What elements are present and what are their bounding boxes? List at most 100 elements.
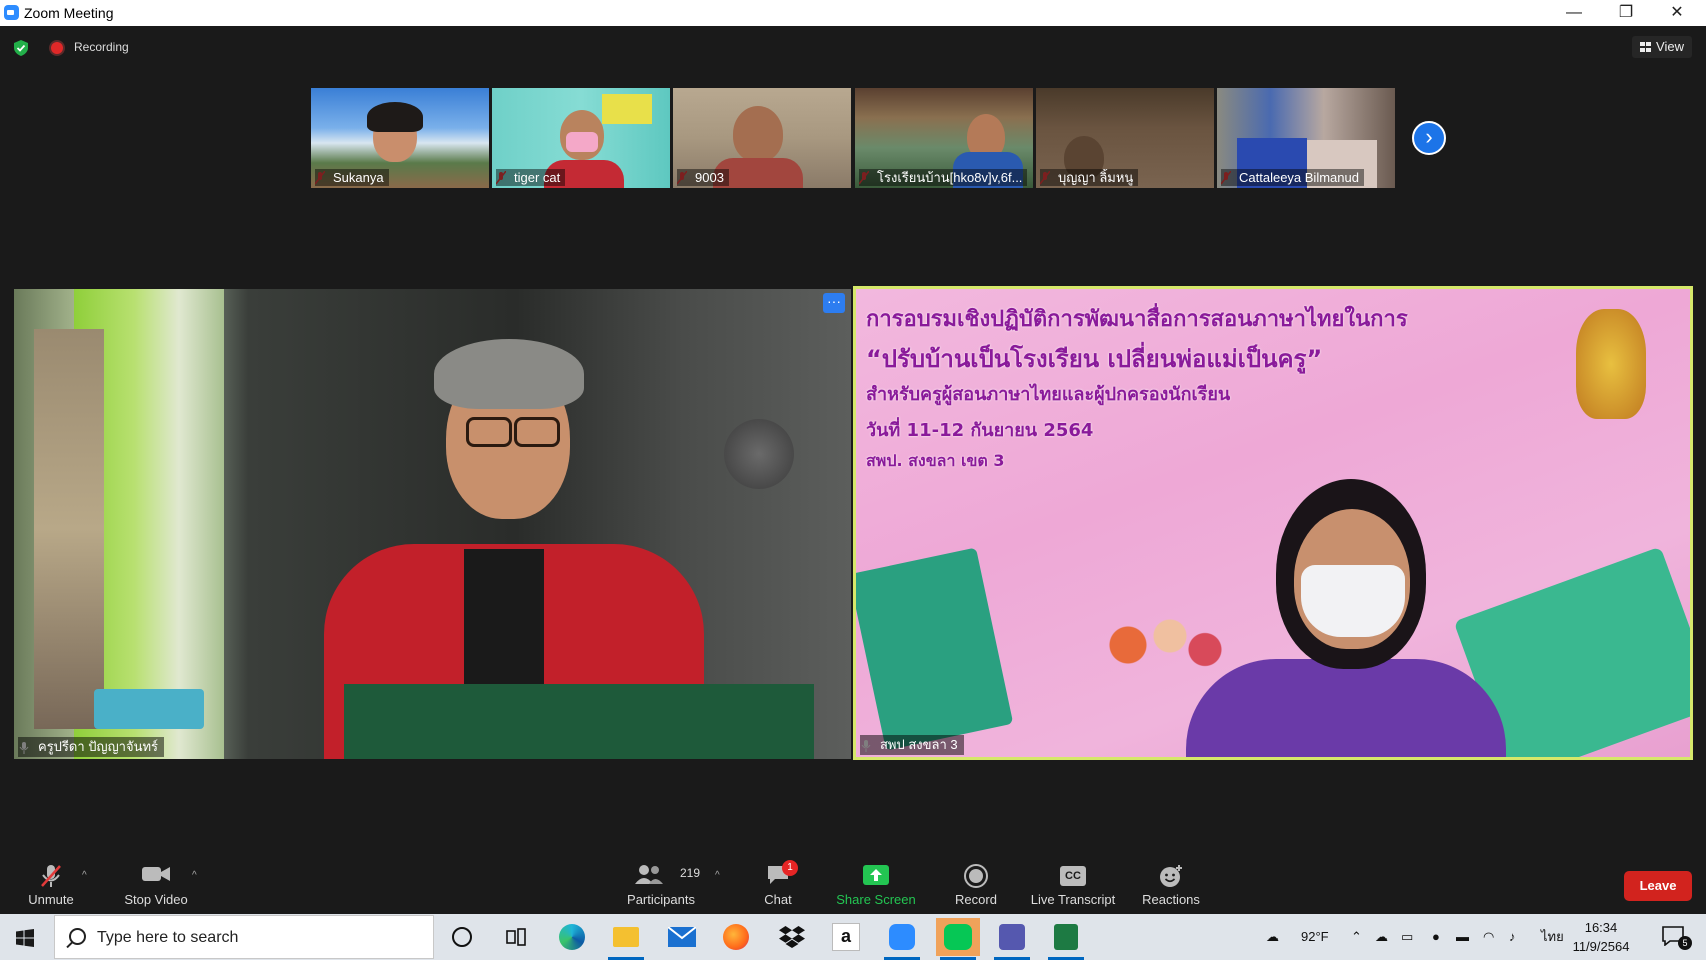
cortana-icon[interactable] <box>440 918 484 956</box>
main-video-left[interactable]: ··· ครูปรีดา ปัญญาจันทร์ <box>14 289 851 759</box>
chat-button[interactable]: 1 Chat <box>748 848 808 914</box>
share-screen-label: Share Screen <box>836 892 916 907</box>
closed-caption-icon: CC <box>1060 866 1086 886</box>
taskbar-clock[interactable]: 16:34 11/9/2564 <box>1566 918 1636 956</box>
window-title: Zoom Meeting <box>24 5 114 21</box>
close-button[interactable]: ✕ <box>1652 0 1702 26</box>
main-video-right-active-speaker[interactable]: การอบรมเชิงปฏิบัติการพัฒนาสื่อการสอนภาษา… <box>853 286 1693 760</box>
participant-thumbnail[interactable]: โรงเรียนบ้าน[hko8v]v,6f... <box>855 88 1033 188</box>
volume-icon[interactable]: ♪ <box>1509 914 1516 960</box>
participants-icon <box>635 865 663 884</box>
wifi-icon[interactable]: ◠ <box>1483 914 1494 960</box>
firefox-icon[interactable] <box>714 918 758 956</box>
weather-icon[interactable]: ☁ <box>1266 914 1279 960</box>
speaker-name: สพป สงขลา 3 <box>860 735 964 755</box>
search-icon <box>69 928 86 945</box>
presenter-body <box>1186 659 1506 757</box>
record-button[interactable]: Record <box>946 848 1006 914</box>
zoom-app-icon <box>4 5 19 20</box>
participant-name: Sukanya <box>315 169 389 186</box>
stop-video-button[interactable]: Stop Video <box>116 848 196 914</box>
taskbar-search-box[interactable]: Type here to search <box>54 915 434 959</box>
record-label: Record <box>955 892 997 907</box>
view-button[interactable]: View <box>1632 36 1692 58</box>
participant-thumbnail[interactable]: Cattaleeya Bilmanud <box>1217 88 1395 188</box>
video-options-caret[interactable]: ^ <box>192 870 197 881</box>
battery-icon[interactable]: ▬ <box>1456 914 1469 960</box>
file-explorer-icon[interactable] <box>604 918 648 960</box>
participants-options-caret[interactable]: ^ <box>715 870 720 881</box>
participants-button[interactable]: 219 Participants <box>622 848 700 914</box>
children-illustration <box>1086 609 1226 699</box>
next-page-arrow-icon[interactable]: › <box>1412 121 1446 155</box>
stop-video-label: Stop Video <box>124 892 188 907</box>
show-hidden-icons-icon[interactable]: ⌃ <box>1351 914 1362 960</box>
desk <box>344 684 814 759</box>
dropbox-icon[interactable] <box>770 918 814 956</box>
zoom-taskbar-icon[interactable] <box>880 918 924 960</box>
teams-icon[interactable] <box>990 918 1034 960</box>
participant-thumbnail[interactable]: Sukanya <box>311 88 489 188</box>
face-mask <box>1301 565 1405 637</box>
recording-dot-icon <box>51 42 63 54</box>
emblem <box>1576 309 1646 419</box>
search-placeholder: Type here to search <box>97 929 239 946</box>
meeting-toolbar: Unmute ^ Stop Video ^ 219 Participants ^… <box>0 848 1706 914</box>
participants-count: 219 <box>680 866 701 880</box>
audio-options-caret[interactable]: ^ <box>82 870 87 881</box>
task-view-icon[interactable] <box>494 918 538 956</box>
unmute-button[interactable]: Unmute <box>16 848 86 914</box>
notifications-button[interactable]: 5 <box>1656 922 1692 952</box>
leave-meeting-button[interactable]: Leave <box>1624 871 1692 901</box>
restore-button[interactable]: ❐ <box>1601 0 1651 26</box>
participant-name: 9003 <box>677 169 729 186</box>
windows-start-icon[interactable] <box>16 929 34 947</box>
chat-label: Chat <box>764 892 792 907</box>
window-titlebar: Zoom Meeting — ❐ ✕ <box>0 0 1706 26</box>
reactions-button[interactable]: Reactions <box>1136 848 1206 914</box>
clock-time: 16:34 <box>1584 920 1618 935</box>
share-screen-button[interactable]: Share Screen <box>832 848 920 914</box>
smiley-reaction-icon <box>1160 865 1182 887</box>
grid-icon <box>1640 42 1652 52</box>
device-icon[interactable]: ▭ <box>1401 914 1413 960</box>
slide-org-line: สพป. สงขลา เขต 3 <box>866 451 1005 470</box>
edge-browser-icon[interactable] <box>550 918 594 956</box>
mail-icon[interactable] <box>660 918 704 956</box>
input-language[interactable]: ไทย <box>1541 914 1564 960</box>
microphone-tray-icon[interactable]: ● <box>1432 914 1440 960</box>
participant-name: บุญญา ลิ้มหนู <box>1040 169 1139 186</box>
minimize-button[interactable]: — <box>1549 0 1599 26</box>
participant-name: โรงเรียนบ้าน[hko8v]v,6f... <box>859 169 1028 186</box>
slide-title-line: “ปรับบ้านเป็นโรงเรียน เปลี่ยนพ่อแม่เป็นค… <box>866 345 1323 373</box>
line-app-icon[interactable] <box>936 918 980 960</box>
encryption-shield-icon[interactable] <box>14 40 28 56</box>
onedrive-icon[interactable]: ☁ <box>1375 914 1388 960</box>
excel-icon[interactable] <box>1044 918 1088 960</box>
reactions-label: Reactions <box>1142 892 1200 907</box>
unmute-label: Unmute <box>28 892 74 907</box>
participant-name: Cattaleeya Bilmanud <box>1221 169 1364 186</box>
view-label: View <box>1656 39 1684 54</box>
participant-thumbnail[interactable]: บุญญา ลิ้มหนู <box>1036 88 1214 188</box>
video-camera-icon <box>142 867 170 881</box>
participant-thumbnail[interactable]: 9003 <box>673 88 851 188</box>
slide-date-line: วันที่ 11-12 กันยายน 2564 <box>866 420 1094 441</box>
notification-count: 5 <box>1678 936 1692 950</box>
temperature[interactable]: 92°F <box>1301 914 1329 960</box>
amazon-icon[interactable]: a <box>824 918 868 956</box>
slide-subtitle-line: สำหรับครูผู้สอนภาษาไทยและผู้ปกครองนักเรี… <box>866 384 1231 405</box>
notebook-illustration <box>856 547 1014 751</box>
participant-thumbnail[interactable]: tiger cat <box>492 88 670 188</box>
chat-unread-badge: 1 <box>782 860 798 876</box>
record-icon <box>964 864 988 888</box>
participants-label: Participants <box>627 892 695 907</box>
participant-name: tiger cat <box>496 169 566 186</box>
live-transcript-label: Live Transcript <box>1030 892 1116 907</box>
live-transcript-button[interactable]: CC Live Transcript <box>1026 848 1120 914</box>
clock-date: 11/9/2564 <box>1572 939 1630 954</box>
windows-taskbar: Type here to search a ☁ 92°F ⌃ ☁ ▭ ● ▬ ◠… <box>0 914 1706 960</box>
more-options-button[interactable]: ··· <box>823 293 845 313</box>
recording-label[interactable]: Recording <box>74 40 129 54</box>
slide-title-line: การอบรมเชิงปฏิบัติการพัฒนาสื่อการสอนภาษา… <box>866 307 1408 332</box>
